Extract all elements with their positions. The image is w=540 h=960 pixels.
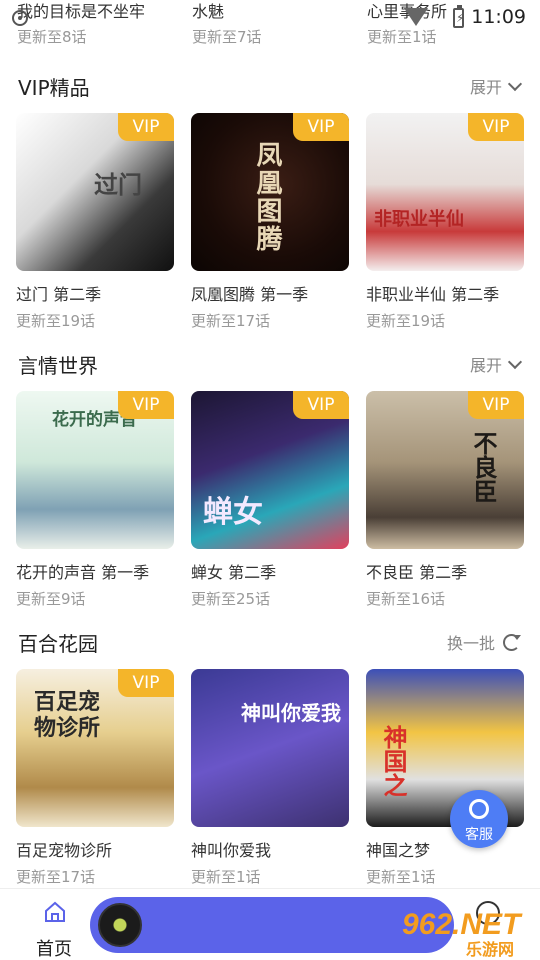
section-title-romance: 言情世界 [18,354,98,378]
cover-title: 过门 [94,170,142,199]
vip-badge: VIP [293,113,349,141]
album-name: 凤凰图腾 第一季 [191,285,309,304]
battery-icon: ⚡ [453,5,464,28]
section-expand-button[interactable]: 展开 [469,352,523,376]
album-cover: 神叫你爱我 [191,669,349,827]
customer-service-label: 客服 [465,827,493,843]
headset-icon [469,799,489,819]
album-cover: 非职业半仙 VIP [366,113,524,271]
chevron-down-icon [507,354,523,369]
chevron-down-icon [507,76,523,91]
site-watermark: 962.NET 乐游网 [402,908,538,960]
album-cover: 过门 VIP [16,113,174,271]
album-episodes: 更新至16话 [366,590,446,608]
cover-title: 凤凰图腾 [252,141,282,253]
cover-title: 非职业半仙 [374,209,464,230]
album-cover: 不良臣 VIP [366,391,524,549]
album-card[interactable]: 神国之 神国之梦 更新至1话 [366,669,524,887]
home-icon[interactable] [44,901,66,923]
section-title-yuri: 百合花园 [18,632,98,656]
album-name: 蝉女 第二季 [191,563,277,582]
cover-title: 百足宠物诊所 [34,689,101,741]
album-card[interactable]: 凤凰图腾 VIP 凤凰图腾 第一季 更新至17话 [191,113,349,331]
album-name: 非职业半仙 第二季 [366,285,500,304]
vip-badge: VIP [293,391,349,419]
vip-badge: VIP [118,391,174,419]
album-episodes: 更新至19话 [16,312,96,330]
album-name: 百足宠物诊所 [16,841,113,860]
mini-player[interactable] [90,897,454,953]
home-tab-label[interactable]: 首页 [36,935,72,960]
vip-badge: VIP [468,113,524,141]
section-title-vip: VIP精品 [18,76,90,100]
album-card[interactable]: 非职业半仙 VIP 非职业半仙 第二季 更新至19话 [366,113,524,331]
album-disc-icon [98,903,142,947]
refresh-icon [503,633,521,651]
album-cover: 百足宠物诊所 VIP [16,669,174,827]
vip-badge: VIP [118,669,174,697]
album-name: 花开的声音 第一季 [16,563,150,582]
album-episodes: 更新至1话 [366,868,436,886]
album-name: 过门 第二季 [16,285,102,304]
album-episodes: 更新至17话 [16,868,96,886]
refresh-label: 换一批 [446,634,495,653]
album-name: 不良臣 第二季 [366,563,468,582]
album-episodes: 更新至25话 [191,590,271,608]
album-card[interactable]: 花开的声音 VIP 花开的声音 第一季 更新至9话 [16,391,174,609]
album-card[interactable]: 神叫你爱我 神叫你爱我 更新至1话 [191,669,349,887]
refresh-batch-button[interactable]: 换一批 [446,630,521,654]
album-card[interactable]: 蝉女 VIP 蝉女 第二季 更新至25话 [191,391,349,609]
vip-badge: VIP [118,113,174,141]
cover-title: 蝉女 [203,495,263,530]
album-episodes: 更新至9话 [16,590,86,608]
vip-badge: VIP [468,391,524,419]
section-expand-button[interactable]: 展开 [469,74,523,98]
cover-title: 不良臣 [469,431,498,503]
album-episodes: 更新至19话 [366,312,446,330]
status-time: 11:09 [471,6,526,28]
album-cover: 凤凰图腾 VIP [191,113,349,271]
album-card[interactable]: 百足宠物诊所 VIP 百足宠物诊所 更新至17话 [16,669,174,887]
customer-service-button[interactable]: 客服 [450,790,508,848]
wifi-icon [404,8,428,26]
notification-icon [12,10,28,26]
watermark-text: 乐游网 [466,940,515,959]
status-bar: ⚡ 11:09 [0,0,540,36]
album-name: 神叫你爱我 [191,841,272,860]
album-cover: 花开的声音 VIP [16,391,174,549]
album-episodes: 更新至1话 [191,868,261,886]
cover-title: 神叫你爱我 [241,701,341,725]
album-episodes: 更新至17话 [191,312,271,330]
album-cover: 蝉女 VIP [191,391,349,549]
expand-label: 展开 [469,356,502,375]
cover-title: 神国之 [379,725,408,797]
expand-label: 展开 [469,78,502,97]
album-card[interactable]: 过门 VIP 过门 第二季 更新至19话 [16,113,174,331]
album-card[interactable]: 不良臣 VIP 不良臣 第二季 更新至16话 [366,391,524,609]
